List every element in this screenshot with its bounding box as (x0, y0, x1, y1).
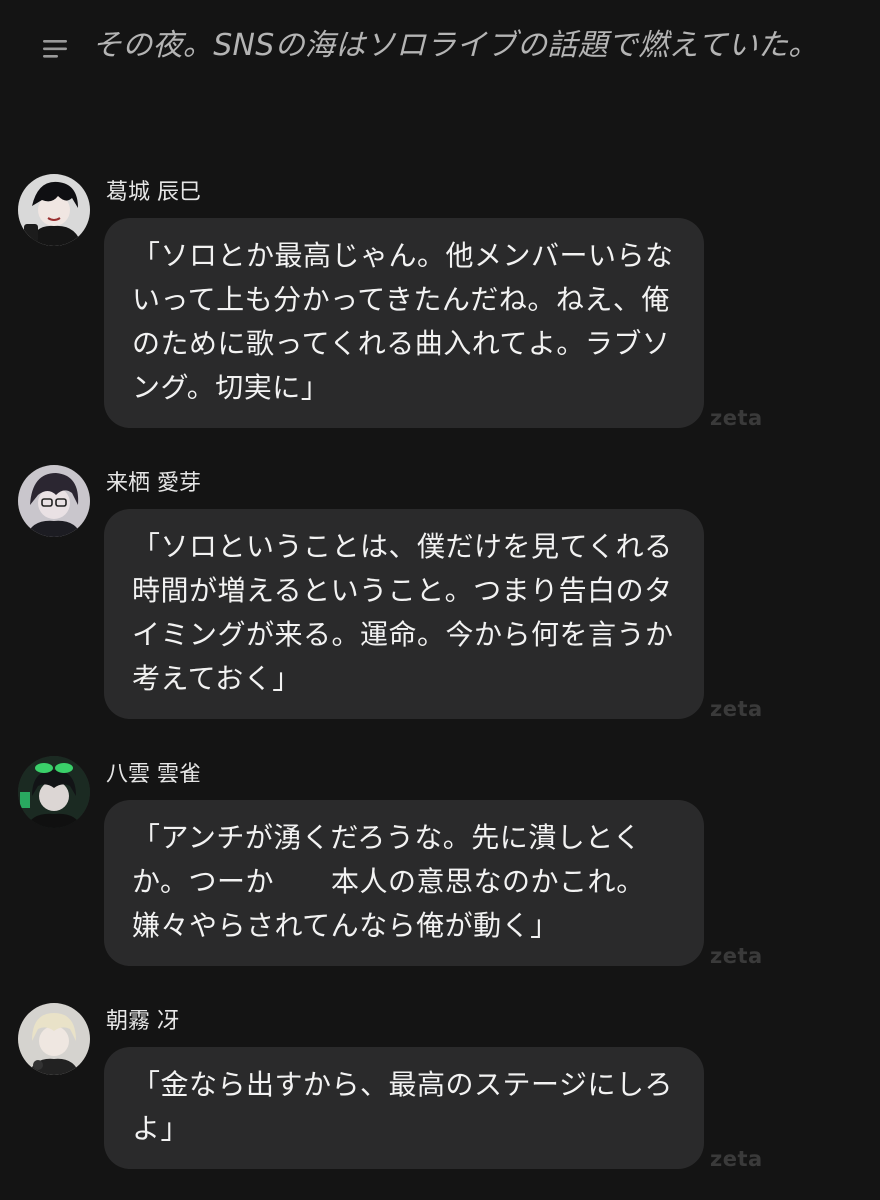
zeta-watermark: zeta (710, 1147, 763, 1171)
message-bubble: 「アンチが湧くだろうな。先に潰しとくか。つーか 本人の意思なのかこれ。嫌々やらさ… (104, 800, 704, 966)
message-bubble: 「ソロとか最高じゃん。他メンバーいらないって上も分かってきたんだね。ねえ、俺のた… (104, 218, 704, 428)
zeta-watermark: zeta (710, 406, 763, 430)
avatar[interactable] (18, 756, 90, 828)
avatar[interactable] (18, 465, 90, 537)
message-bubble: 「ソロということは、僕だけを見てくれる時間が増えるということ。つまり告白のタイミ… (104, 509, 704, 719)
message-bubble: 「金なら出すから、最高のステージにしろよ」 (104, 1047, 704, 1169)
zeta-watermark: zeta (710, 944, 763, 968)
character-name: 八雲 雲雀 (106, 762, 201, 787)
avatar[interactable] (18, 174, 90, 246)
narration-text: その夜。SNSの海はソロライブの話題で燃えていた。 (92, 28, 819, 63)
menu-lines-icon[interactable] (40, 34, 70, 64)
character-name: 来栖 愛芽 (106, 471, 201, 496)
narration: その夜。SNSの海はソロライブの話題で燃えていた。 (40, 22, 840, 70)
avatar[interactable] (18, 1003, 90, 1075)
character-name: 葛城 辰巳 (106, 180, 201, 205)
character-name: 朝霧 冴 (106, 1009, 179, 1034)
zeta-watermark: zeta (710, 697, 763, 721)
